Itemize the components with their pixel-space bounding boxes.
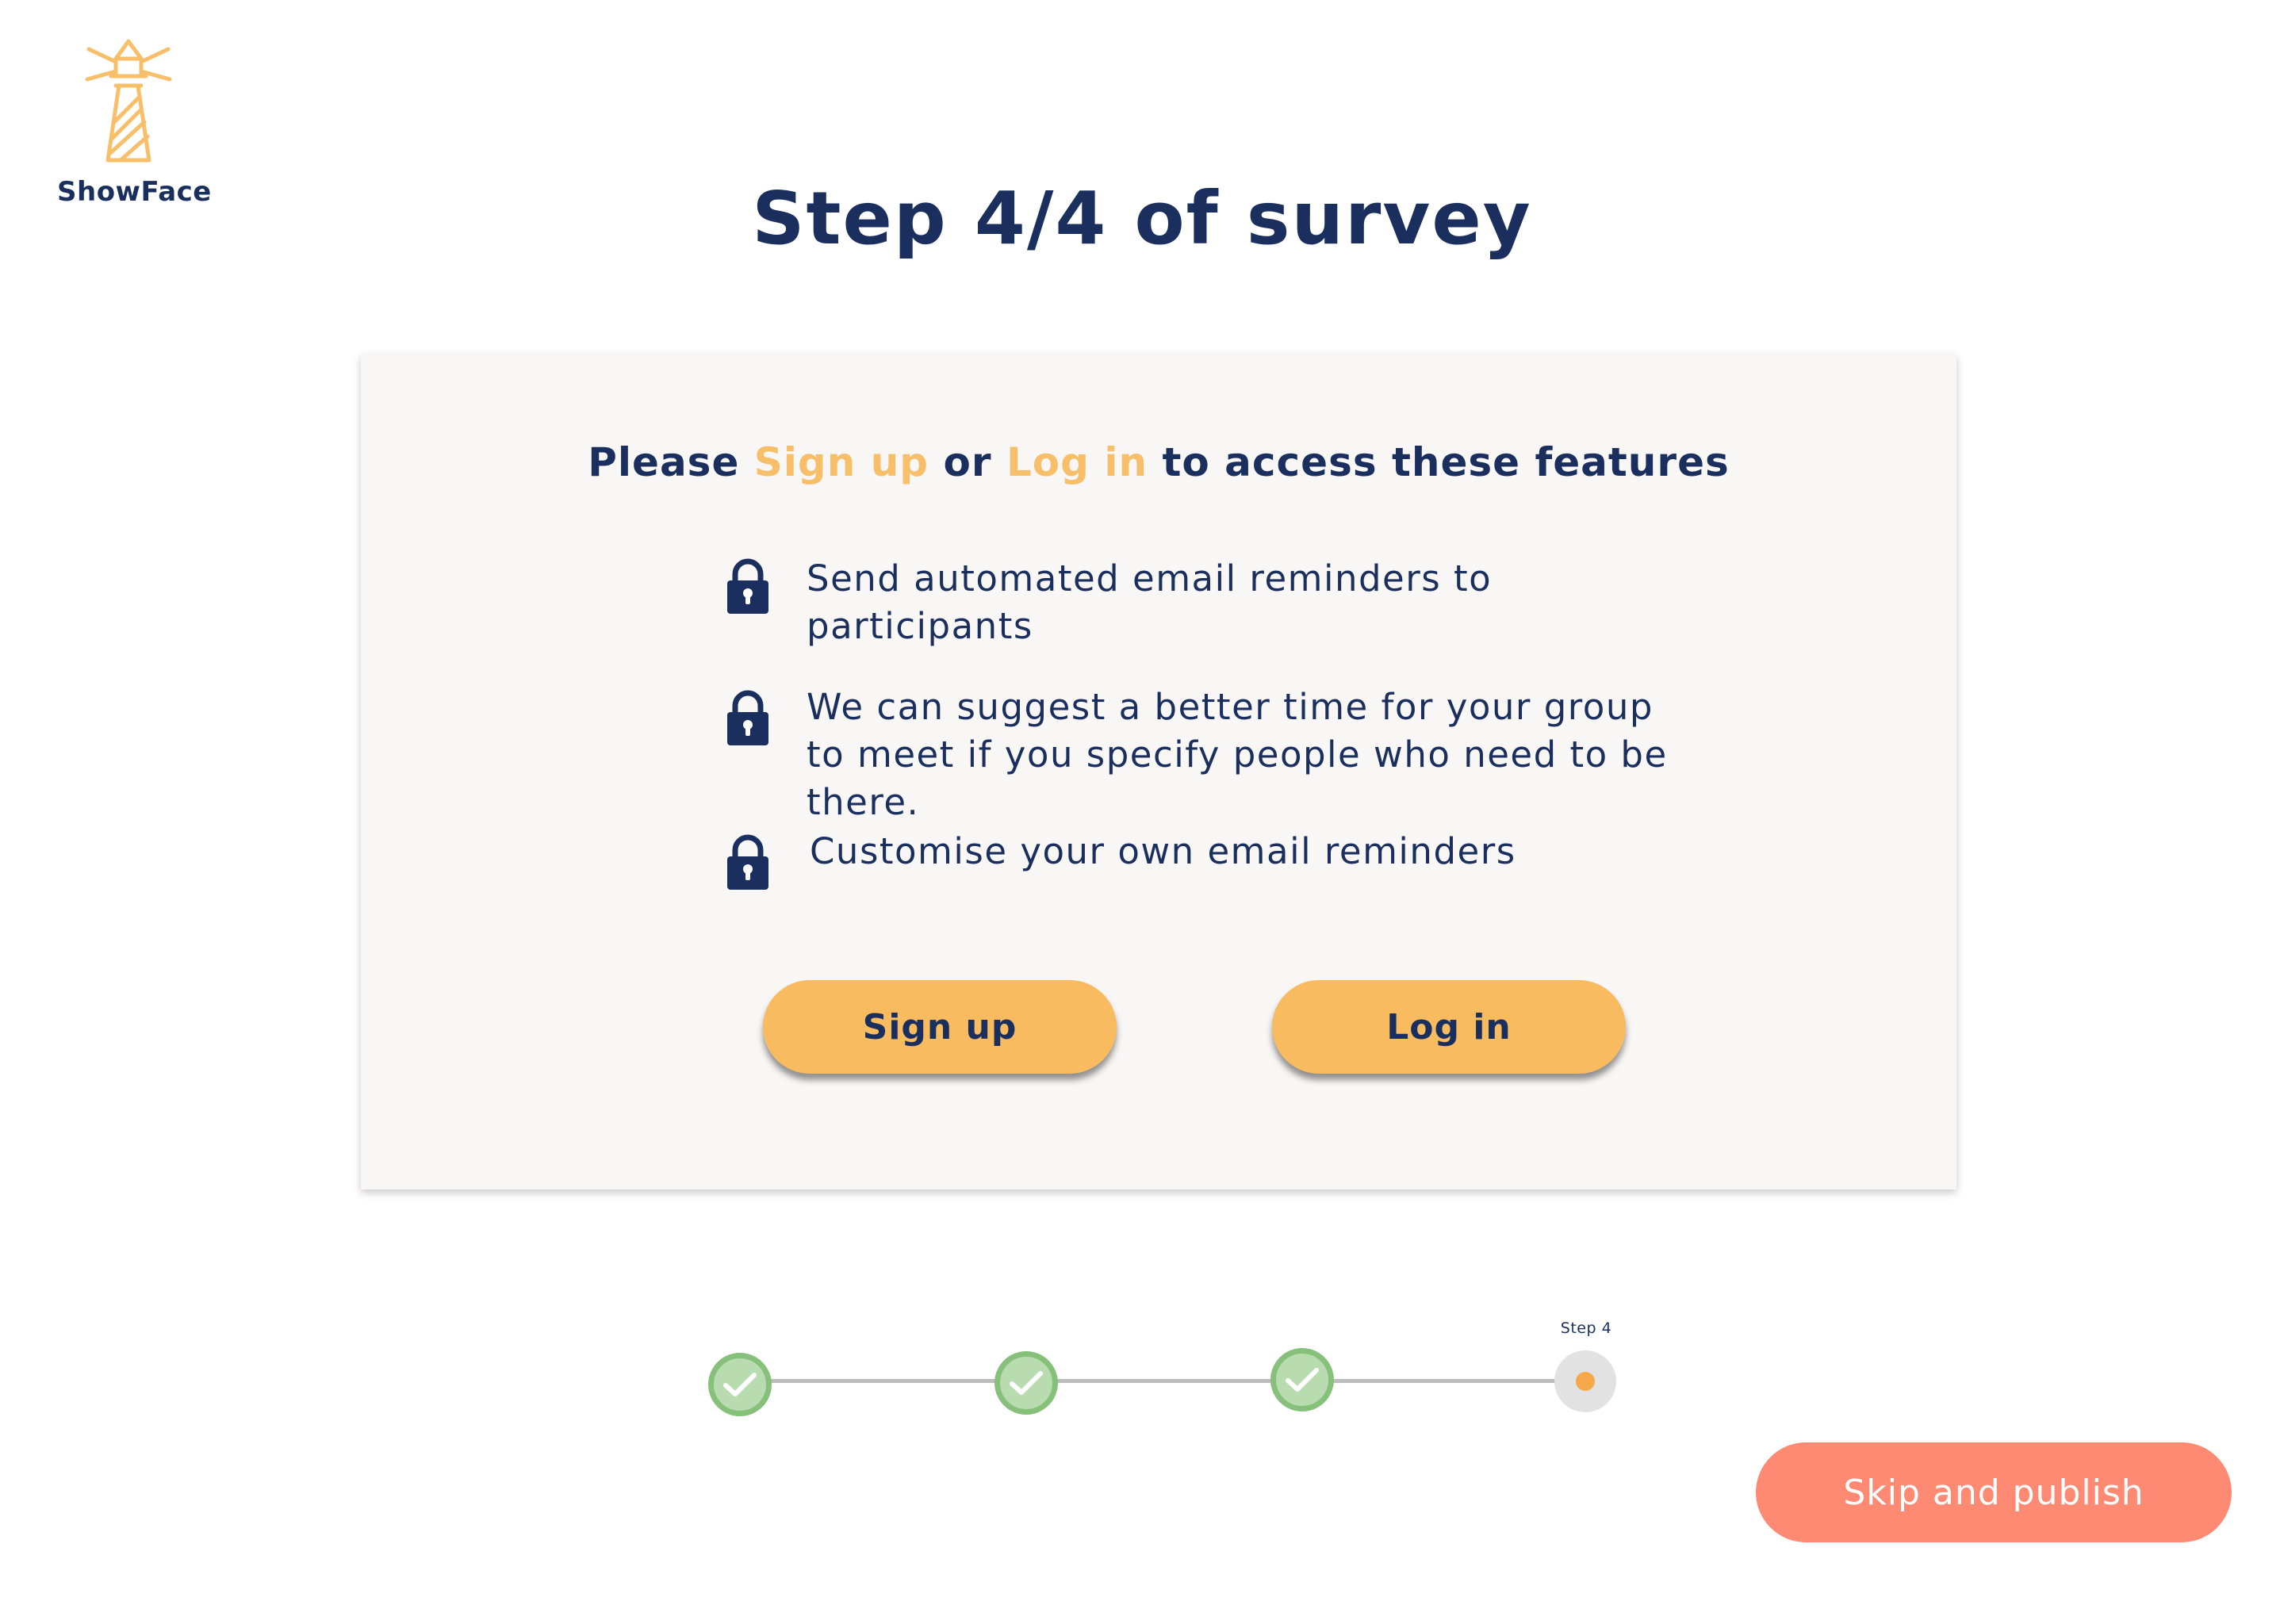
lock-icon <box>727 834 768 890</box>
page-title: Step 4/4 of survey <box>752 176 1532 261</box>
lock-icon <box>727 690 768 745</box>
step-2-completed[interactable] <box>994 1351 1058 1415</box>
step-4-current[interactable] <box>1554 1350 1616 1412</box>
heading-middle: or <box>929 439 1006 485</box>
heading-prefix: Please <box>588 439 754 485</box>
feature-item: Customise your own email reminders <box>727 830 1698 890</box>
feature-item: We can suggest a better time for your gr… <box>727 686 1695 826</box>
card-heading: Please Sign up or Log in to access these… <box>361 439 1956 485</box>
progress-connector <box>739 1379 1025 1383</box>
heading-signup-link[interactable]: Sign up <box>754 439 929 485</box>
lighthouse-icon <box>85 39 172 163</box>
check-icon <box>723 1373 757 1396</box>
feature-text: Customise your own email reminders <box>810 830 1516 872</box>
progress-connector <box>1025 1379 1301 1383</box>
feature-text: We can suggest a better time for your gr… <box>807 686 1668 823</box>
step-3-completed[interactable] <box>1270 1348 1334 1411</box>
feature-text: Send automated email reminders to partic… <box>807 557 1493 647</box>
check-icon <box>1010 1371 1043 1395</box>
check-icon <box>1286 1368 1319 1392</box>
feature-item: Send automated email reminders to partic… <box>727 557 1695 650</box>
lock-icon <box>727 558 768 614</box>
locked-features-card: Please Sign up or Log in to access these… <box>361 354 1956 1189</box>
step-1-completed[interactable] <box>708 1353 772 1416</box>
sign-up-button[interactable]: Sign up <box>763 980 1117 1074</box>
heading-suffix: to access these features <box>1148 439 1730 485</box>
log-in-button[interactable]: Log in <box>1272 980 1626 1074</box>
skip-and-publish-button[interactable]: Skip and publish <box>1756 1442 2232 1542</box>
current-step-dot <box>1576 1372 1595 1391</box>
current-step-label: Step 4 <box>1560 1320 1612 1337</box>
progress-connector <box>1301 1379 1586 1383</box>
heading-login-link[interactable]: Log in <box>1006 439 1148 485</box>
